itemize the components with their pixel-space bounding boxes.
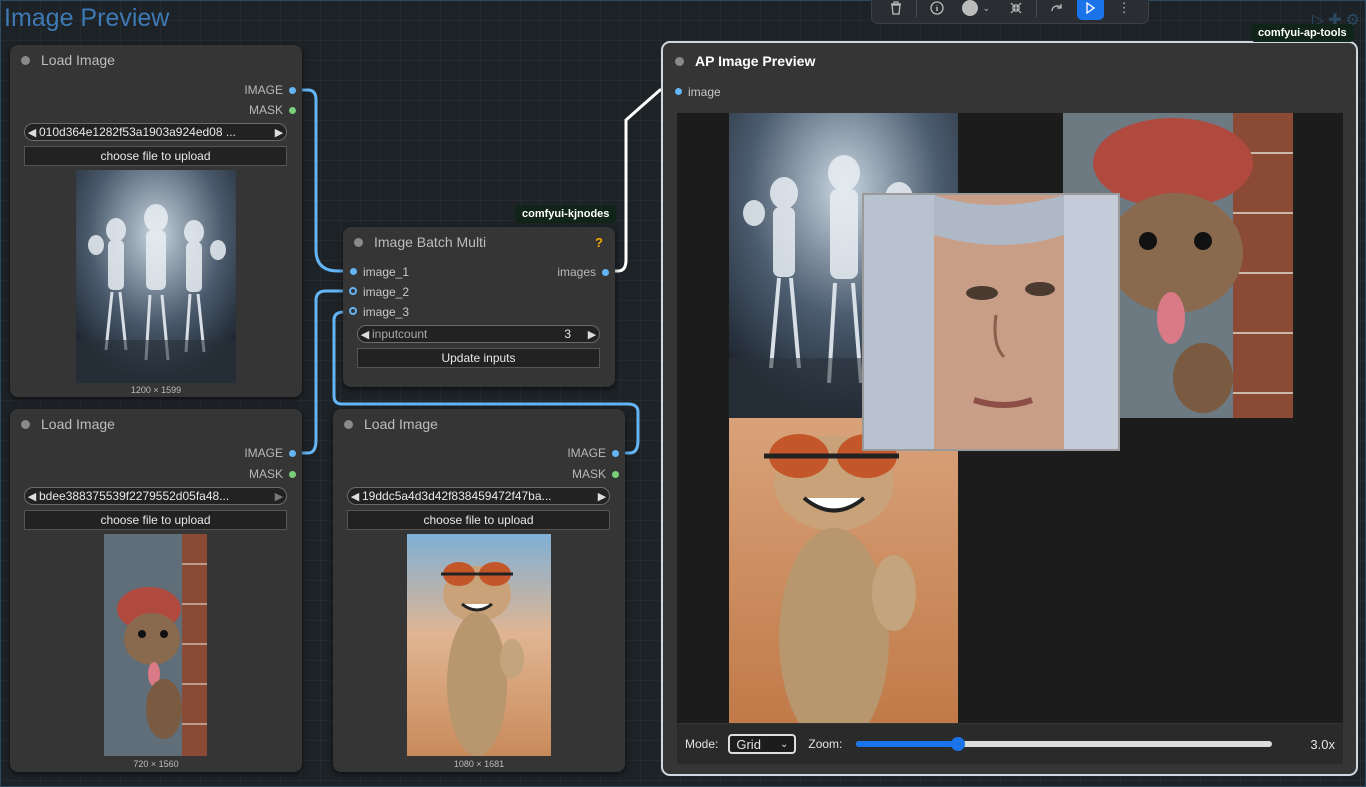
zoom-magnifier <box>862 193 1120 451</box>
zoom-slider[interactable] <box>856 737 1273 751</box>
input-label-image-2: image_2 <box>363 285 410 299</box>
node-title-bar[interactable]: Load Image <box>10 45 302 75</box>
image-dimensions: 720 × 1560 <box>133 759 179 769</box>
next-arrow-icon[interactable]: ▶ <box>595 490 609 503</box>
upload-button[interactable]: choose file to upload <box>347 510 610 530</box>
preview-viewport[interactable] <box>677 113 1343 723</box>
inputcount-stepper[interactable]: ◀ inputcount 3 ▶ <box>357 325 600 343</box>
input-slot-image[interactable] <box>675 88 682 95</box>
preview-image-squirrel <box>104 534 207 756</box>
mode-label: Mode: <box>685 737 719 751</box>
output-slot-mask[interactable] <box>289 471 296 478</box>
output-label-image: IMAGE <box>567 446 606 460</box>
combo-value: 010d364e1282f53a1903a924ed08 ... <box>39 125 236 139</box>
grid-image-meerkat <box>729 418 958 723</box>
output-slot-mask[interactable] <box>289 107 296 114</box>
node-title-bar[interactable]: Load Image <box>10 409 302 439</box>
input-label-image-3: image_3 <box>363 305 410 319</box>
ap-image-preview-node[interactable]: AP Image Preview image Mode: Grid ⌄ Zoom… <box>661 41 1358 776</box>
collapse-dot-icon[interactable] <box>21 419 30 429</box>
output-label-image: IMAGE <box>244 83 283 97</box>
package-badge: comfyui-ap-tools <box>1251 24 1354 42</box>
node-title: Load Image <box>364 416 438 432</box>
node-title-bar[interactable]: Image Batch Multi <box>343 227 615 257</box>
node-title: AP Image Preview <box>695 53 816 69</box>
node-title-bar[interactable]: AP Image Preview <box>675 53 815 69</box>
preview-image-girls <box>76 170 236 383</box>
image-batch-multi-node[interactable]: Image Batch Multi ? image_1 image_2 imag… <box>343 227 615 387</box>
node-title-bar[interactable]: Load Image <box>333 409 625 439</box>
mode-select[interactable]: Grid ⌄ <box>728 734 797 754</box>
stepper-label: inputcount <box>372 327 428 341</box>
input-label-image-1: image_1 <box>363 265 410 279</box>
node-title: Load Image <box>41 52 115 68</box>
next-arrow-icon[interactable]: ▶ <box>272 126 286 139</box>
combo-value: bdee388375539f2279552d05fa48... <box>39 489 230 503</box>
next-arrow-icon[interactable]: ▶ <box>272 490 286 503</box>
input-slot-image-1[interactable] <box>350 268 357 275</box>
output-slot-image[interactable] <box>289 87 296 94</box>
collapse-dot-icon[interactable] <box>354 237 363 247</box>
output-label-mask: MASK <box>571 467 606 481</box>
upload-button[interactable]: choose file to upload <box>24 510 287 530</box>
stepper-value: 3 <box>564 327 571 341</box>
image-file-combo[interactable]: ◀ 010d364e1282f53a1903a924ed08 ... ▶ <box>24 123 287 141</box>
zoom-slider-fill <box>856 741 959 747</box>
upload-button[interactable]: choose file to upload <box>24 146 287 166</box>
combo-value: 19ddc5a4d3d42f838459472f47ba... <box>362 489 552 503</box>
image-file-combo[interactable]: ◀ bdee388375539f2279552d05fa48... ▶ <box>24 487 287 505</box>
output-label-mask: MASK <box>248 467 283 481</box>
output-label-image: IMAGE <box>244 446 283 460</box>
help-icon[interactable]: ? <box>595 235 603 250</box>
zoom-slider-handle[interactable] <box>951 737 966 751</box>
prev-arrow-icon[interactable]: ◀ <box>25 126 39 139</box>
output-slot-images[interactable] <box>602 269 609 276</box>
chevron-down-icon: ⌄ <box>779 738 789 750</box>
load-image-node-1[interactable]: Load Image IMAGE MASK ◀ 010d364e1282f53a… <box>10 45 302 397</box>
zoom-label: Zoom: <box>808 737 843 751</box>
image-dimensions: 1080 × 1681 <box>453 759 505 769</box>
output-slot-image[interactable] <box>289 450 296 457</box>
collapse-dot-icon[interactable] <box>344 419 353 429</box>
node-title: Image Batch Multi <box>374 234 487 250</box>
load-image-node-2[interactable]: Load Image IMAGE MASK ◀ bdee388375539f22… <box>10 409 302 772</box>
increment-arrow-icon[interactable]: ▶ <box>585 328 599 341</box>
load-image-node-3[interactable]: Load Image IMAGE MASK ◀ 19ddc5a4d3d42f83… <box>333 409 625 772</box>
preview-image-meerkat <box>407 534 551 756</box>
image-dimensions: 1200 × 1599 <box>130 385 182 395</box>
output-label-images: images <box>557 265 596 279</box>
input-slot-image-3[interactable] <box>349 307 357 315</box>
package-badge: comfyui-kjnodes <box>515 205 617 223</box>
input-slot-image-2[interactable] <box>349 287 357 295</box>
collapse-dot-icon[interactable] <box>21 55 30 65</box>
zoom-value: 3.0x <box>1310 736 1335 752</box>
decrement-arrow-icon[interactable]: ◀ <box>358 328 372 341</box>
node-title: Load Image <box>41 416 115 432</box>
image-file-combo[interactable]: ◀ 19ddc5a4d3d42f838459472f47ba... ▶ <box>347 487 610 505</box>
input-label-image: image <box>688 85 721 99</box>
output-slot-mask[interactable] <box>612 471 619 478</box>
preview-controls: Mode: Grid ⌄ Zoom: 3.0x <box>677 724 1343 764</box>
output-slot-image[interactable] <box>612 450 619 457</box>
update-inputs-button[interactable]: Update inputs <box>357 348 600 368</box>
output-label-mask: MASK <box>248 103 283 117</box>
collapse-dot-icon[interactable] <box>675 56 684 66</box>
prev-arrow-icon[interactable]: ◀ <box>25 490 39 503</box>
mode-select-value: Grid <box>736 736 761 752</box>
prev-arrow-icon[interactable]: ◀ <box>348 490 362 503</box>
